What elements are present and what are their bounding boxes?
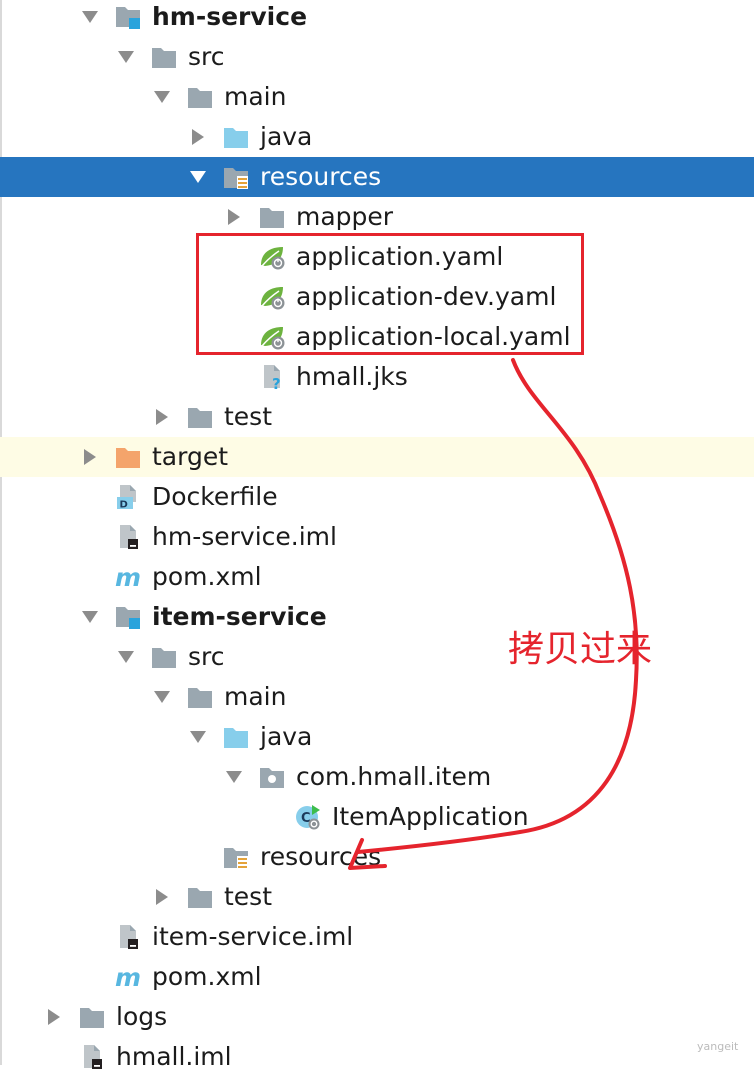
annotation-text: 拷贝过来 bbox=[508, 629, 653, 670]
annotation-arrow bbox=[348, 358, 639, 870]
watermark: yangeit bbox=[697, 1040, 739, 1053]
